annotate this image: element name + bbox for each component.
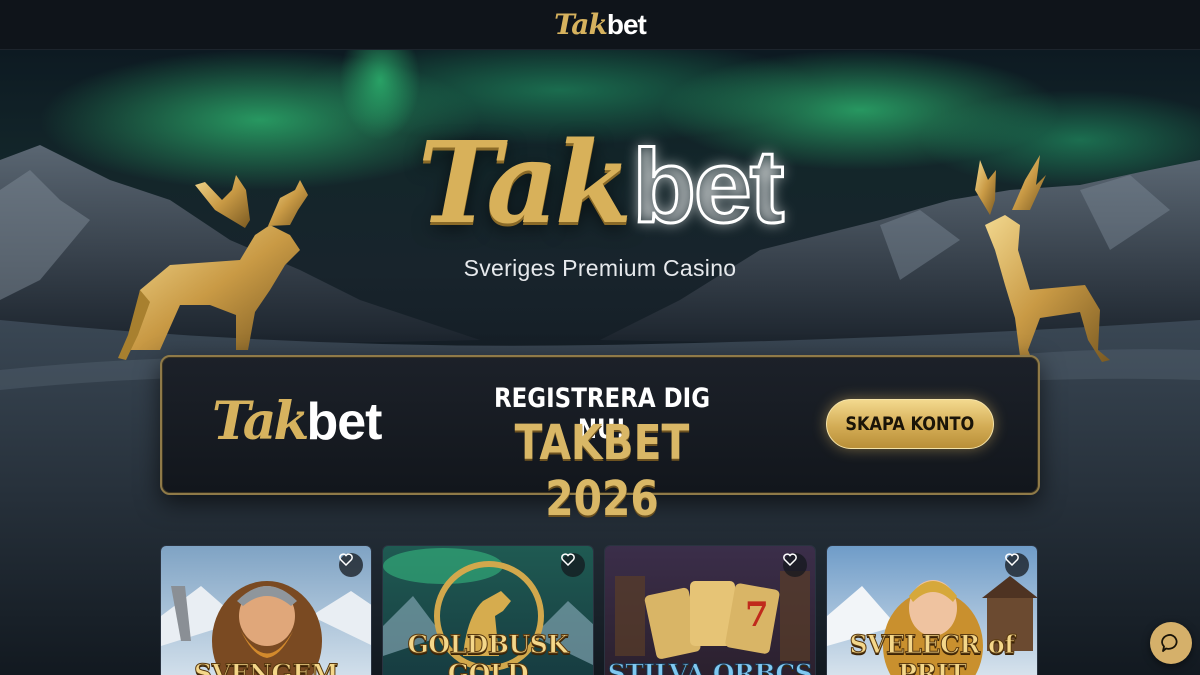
game-tile[interactable]: SVELECR of PRIT	[826, 545, 1038, 675]
heart-icon	[339, 553, 353, 566]
promo-logo-bet: bet	[306, 393, 382, 451]
game-tile[interactable]: 7 STILVA ORBCS	[604, 545, 816, 675]
top-bar: Takbet	[0, 0, 1200, 50]
heart-icon	[561, 553, 575, 566]
game-tile[interactable]: SVENGEM	[160, 545, 372, 675]
create-account-button[interactable]: SKAPA KONTO	[826, 399, 994, 449]
game-title: SVELECR of PRIT	[849, 630, 1015, 675]
favorite-button[interactable]	[783, 553, 807, 577]
hero-logo-bet: bet	[631, 128, 786, 247]
hero-logo: Tak bet	[380, 118, 820, 249]
header-logo-tak: Tak	[554, 8, 608, 41]
game-title: GOLDBUSK GOLD	[407, 630, 570, 675]
game-title: STILVA ORBCS	[607, 659, 813, 675]
game-title: SVENGEM	[194, 659, 339, 675]
favorite-button[interactable]	[339, 553, 363, 577]
registration-promo-banner: Tak bet REGISTRERA DIG NU! TAKBET 2026 SK…	[160, 355, 1040, 527]
svg-text:7: 7	[745, 595, 769, 635]
promo-logo: Tak bet	[212, 391, 382, 452]
hero-logo-tak: Tak	[417, 118, 633, 249]
chat-bubble-icon	[1161, 634, 1178, 652]
hero-banner: Tak bet Sveriges Premium Casino Tak bet RE…	[0, 50, 1200, 675]
heart-icon	[1005, 553, 1019, 566]
hero-tagline: Sveriges Premium Casino	[463, 255, 737, 281]
create-account-button-label: SKAPA KONTO	[845, 413, 975, 435]
promo-subheadline: TAKBET 2026	[514, 415, 690, 527]
live-chat-button[interactable]	[1150, 622, 1192, 664]
game-grid: SVENGEM GOLDBUSK GOLD 7 STILVA ORBCS SVE…	[160, 545, 1040, 675]
promo-logo-tak: Tak	[212, 391, 309, 452]
header-logo[interactable]: Takbet	[554, 8, 647, 41]
favorite-button[interactable]	[561, 553, 585, 577]
heart-icon	[783, 553, 797, 566]
favorite-button[interactable]	[1005, 553, 1029, 577]
header-logo-bet: bet	[606, 9, 647, 40]
game-tile[interactable]: GOLDBUSK GOLD	[382, 545, 594, 675]
